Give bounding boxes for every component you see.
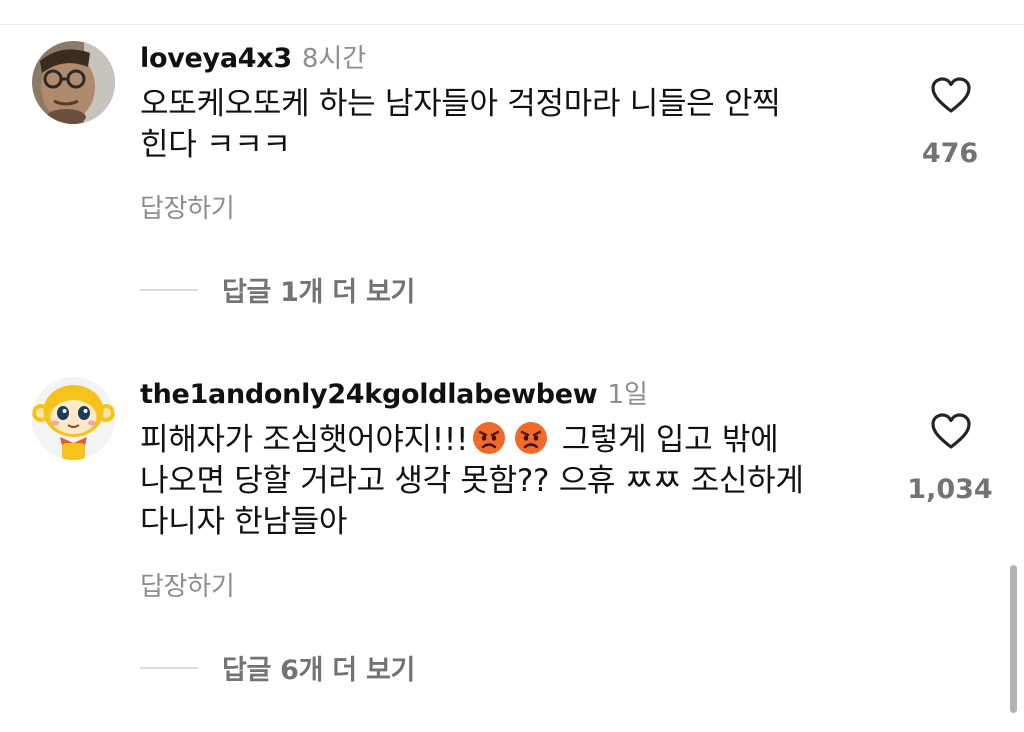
- man-with-glasses-photo-icon: [32, 41, 115, 124]
- like-count: 476: [921, 138, 979, 169]
- reply-button[interactable]: 답장하기: [140, 566, 235, 603]
- replies-divider-line: [140, 288, 198, 291]
- comment-text: 피해자가 조심햇어야지!!! 그렇게 입고 밖에 나오면 당할 거라고 생각 못…: [140, 420, 885, 543]
- comment-text-line: 힌다 ㅋㅋㅋ: [140, 127, 291, 163]
- comment-text-line: 나오면 당할 거라고 생각 못함?? 으휴 ㅉㅉ 조신하게: [140, 463, 804, 499]
- comment-text-line: 다니자 한남들아: [140, 504, 348, 540]
- angry-face-emoji-icon: [473, 422, 506, 454]
- username[interactable]: loveya4x3: [140, 43, 292, 74]
- yellow-monkey-cartoon-icon: [32, 377, 115, 460]
- comment-text-segment: 그렇게 입고 밖에: [561, 422, 779, 458]
- view-more-replies[interactable]: 답글 1개 더 보기: [140, 270, 415, 309]
- view-more-replies[interactable]: 답글 6개 더 보기: [140, 648, 415, 687]
- like-count: 1,034: [907, 474, 993, 505]
- replies-divider-line: [140, 666, 198, 669]
- avatar[interactable]: [32, 377, 115, 460]
- comment-text-segment: 피해자가 조심햇어야지!!!: [140, 422, 469, 458]
- reply-button[interactable]: 답장하기: [140, 188, 235, 225]
- view-replies-label: 답글 6개 더 보기: [222, 655, 416, 686]
- angry-face-emoji-icon: [515, 422, 548, 454]
- timestamp: 8시간: [301, 44, 367, 74]
- username[interactable]: the1andonly24kgoldlabewbew: [140, 379, 598, 410]
- comment-text-line: 오또케오또케 하는 남자들아 걱정마라 니들은 안찍: [140, 86, 781, 122]
- heart-icon[interactable]: [930, 76, 972, 114]
- comment-text-line: 피해자가 조심햇어야지!!! 그렇게 입고 밖에: [140, 420, 885, 461]
- username-line: loveya4x3 8시간: [140, 38, 366, 75]
- avatar[interactable]: [32, 41, 115, 124]
- comment-text: 오또케오또케 하는 남자들아 걱정마라 니들은 안찍 힌다 ㅋㅋㅋ: [140, 84, 885, 166]
- view-replies-label: 답글 1개 더 보기: [222, 277, 416, 308]
- scrollbar[interactable]: [1010, 565, 1017, 713]
- top-divider: [0, 24, 1024, 25]
- username-line: the1andonly24kgoldlabewbew 1일: [140, 374, 648, 411]
- timestamp: 1일: [607, 380, 648, 410]
- heart-icon[interactable]: [930, 412, 972, 450]
